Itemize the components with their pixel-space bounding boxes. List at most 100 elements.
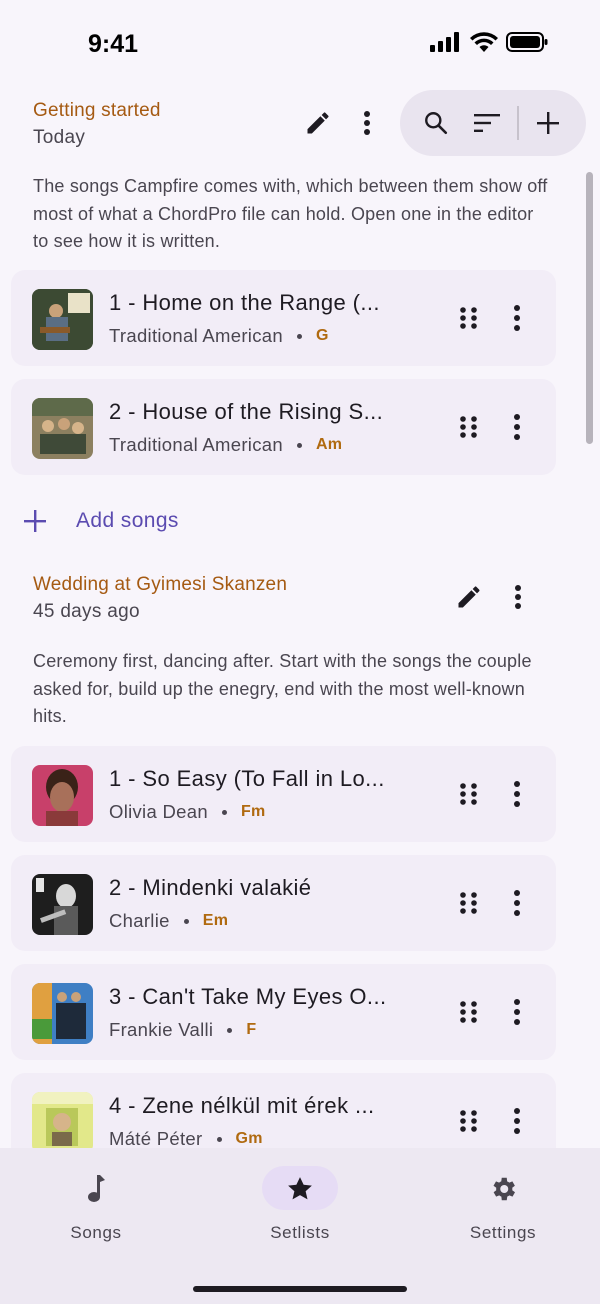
more-vert-icon xyxy=(364,111,370,135)
add-setlist-button[interactable] xyxy=(528,103,568,143)
more-vert-icon xyxy=(515,585,521,609)
add-songs-label: Add songs xyxy=(76,509,179,532)
song-more-button[interactable] xyxy=(505,407,529,447)
song-meta: Traditional American G xyxy=(109,325,329,347)
status-time: 9:41 xyxy=(88,30,139,58)
separator-dot xyxy=(296,442,302,448)
setlist-title[interactable]: Getting started xyxy=(33,100,161,122)
home-indicator[interactable] xyxy=(193,1286,407,1292)
nav-label: Settings xyxy=(469,1223,537,1242)
add-songs-button[interactable]: Add songs xyxy=(24,501,179,541)
song-key: Am xyxy=(315,436,343,453)
album-cover xyxy=(32,765,93,826)
drag-handle-icon xyxy=(460,307,477,329)
song-more-button[interactable] xyxy=(505,774,529,814)
album-cover xyxy=(32,874,93,935)
star-icon xyxy=(225,1174,375,1204)
song-artist: Máté Péter xyxy=(109,1128,203,1148)
setlist-title[interactable]: Wedding at Gyimesi Skanzen xyxy=(33,574,287,596)
plus-icon xyxy=(537,112,559,134)
drag-handle-icon xyxy=(460,416,477,438)
status-icons xyxy=(430,32,548,52)
song-title: 3 - Can't Take My Eyes O... xyxy=(109,984,387,1009)
song-key: Gm xyxy=(235,1130,263,1147)
search-button[interactable] xyxy=(416,103,456,143)
song-title: 2 - Mindenki valakié xyxy=(109,875,312,900)
status-bar: 9:41 xyxy=(0,0,600,90)
song-key: F xyxy=(246,1021,257,1038)
setlist-date: Today xyxy=(33,127,86,148)
song-card[interactable]: 1 - So Easy (To Fall in Lo... Olivia Dea… xyxy=(11,746,556,842)
drag-handle-icon xyxy=(460,1110,477,1132)
song-title: 2 - House of the Rising S... xyxy=(109,399,384,424)
sort-button[interactable] xyxy=(467,103,507,143)
song-meta: Traditional American Am xyxy=(109,434,342,456)
nav-item-setlists[interactable]: Setlists xyxy=(225,1166,375,1246)
song-meta: Charlie Em xyxy=(109,910,228,932)
song-title: 1 - Home on the Range (... xyxy=(109,290,380,315)
drag-handle[interactable] xyxy=(457,992,481,1032)
song-card[interactable]: 4 - Zene nélkül mit érek ... Máté Péter … xyxy=(11,1073,556,1148)
song-card[interactable]: 1 - Home on the Range (... Traditional A… xyxy=(11,270,556,366)
drag-handle[interactable] xyxy=(457,774,481,814)
nav-item-settings[interactable]: Settings xyxy=(428,1166,578,1246)
song-meta: Frankie Valli F xyxy=(109,1019,256,1041)
drag-handle[interactable] xyxy=(457,407,481,447)
toolbar-divider xyxy=(517,106,519,140)
song-card[interactable]: 2 - Mindenki valakié Charlie Em xyxy=(11,855,556,951)
more-vert-icon xyxy=(514,890,520,916)
song-key: Fm xyxy=(240,803,266,820)
setlist-more-button[interactable] xyxy=(498,577,538,617)
pencil-icon xyxy=(307,112,329,134)
separator-dot xyxy=(227,1027,233,1033)
album-cover xyxy=(32,1092,93,1148)
edit-setlist-button[interactable] xyxy=(449,577,489,617)
song-card[interactable]: 2 - House of the Rising S... Traditional… xyxy=(11,379,556,475)
song-more-button[interactable] xyxy=(505,1101,529,1141)
scrollbar[interactable] xyxy=(586,172,593,444)
wifi-icon xyxy=(470,32,498,52)
song-more-button[interactable] xyxy=(505,883,529,923)
more-vert-icon xyxy=(514,999,520,1025)
song-more-button[interactable] xyxy=(505,298,529,338)
album-cover xyxy=(32,398,93,459)
song-card[interactable]: 3 - Can't Take My Eyes O... Frankie Vall… xyxy=(11,964,556,1060)
battery-icon xyxy=(506,32,548,52)
drag-handle-icon xyxy=(460,1001,477,1023)
nav-label: Setlists xyxy=(270,1223,330,1242)
song-artist: Traditional American xyxy=(109,325,283,346)
setlist-date: 45 days ago xyxy=(33,601,140,622)
song-key: G xyxy=(315,327,329,344)
separator-dot xyxy=(221,809,227,815)
edit-setlist-button[interactable] xyxy=(298,103,338,143)
pencil-icon xyxy=(458,586,480,608)
song-title: 1 - So Easy (To Fall in Lo... xyxy=(109,766,385,791)
setlist-more-button[interactable] xyxy=(347,103,387,143)
drag-handle[interactable] xyxy=(457,1101,481,1141)
drag-handle[interactable] xyxy=(457,883,481,923)
song-artist: Frankie Valli xyxy=(109,1019,214,1040)
song-meta: Máté Péter Gm xyxy=(109,1128,263,1148)
album-cover xyxy=(32,289,93,350)
song-meta: Olivia Dean Fm xyxy=(109,801,266,823)
separator-dot xyxy=(183,918,189,924)
bottom-navigation: Songs Setlists Settings xyxy=(0,1148,600,1304)
song-title: 4 - Zene nélkül mit érek ... xyxy=(109,1093,375,1118)
song-artist: Charlie xyxy=(109,910,170,931)
drag-handle-icon xyxy=(460,783,477,805)
song-artist: Olivia Dean xyxy=(109,801,208,822)
search-icon xyxy=(425,112,448,135)
more-vert-icon xyxy=(514,1108,520,1134)
more-vert-icon xyxy=(514,781,520,807)
separator-dot xyxy=(216,1136,222,1142)
setlist-description: The songs Campfire comes with, which bet… xyxy=(33,176,548,251)
drag-handle[interactable] xyxy=(457,298,481,338)
setlists-scroll-area[interactable]: Getting started Today The songs Campfire… xyxy=(0,90,600,1148)
nav-label: Songs xyxy=(70,1223,122,1242)
nav-item-songs[interactable]: Songs xyxy=(21,1166,171,1246)
song-key: Em xyxy=(202,912,229,929)
song-more-button[interactable] xyxy=(505,992,529,1032)
sort-icon xyxy=(474,114,500,132)
separator-dot xyxy=(296,333,302,339)
drag-handle-icon xyxy=(460,892,477,914)
